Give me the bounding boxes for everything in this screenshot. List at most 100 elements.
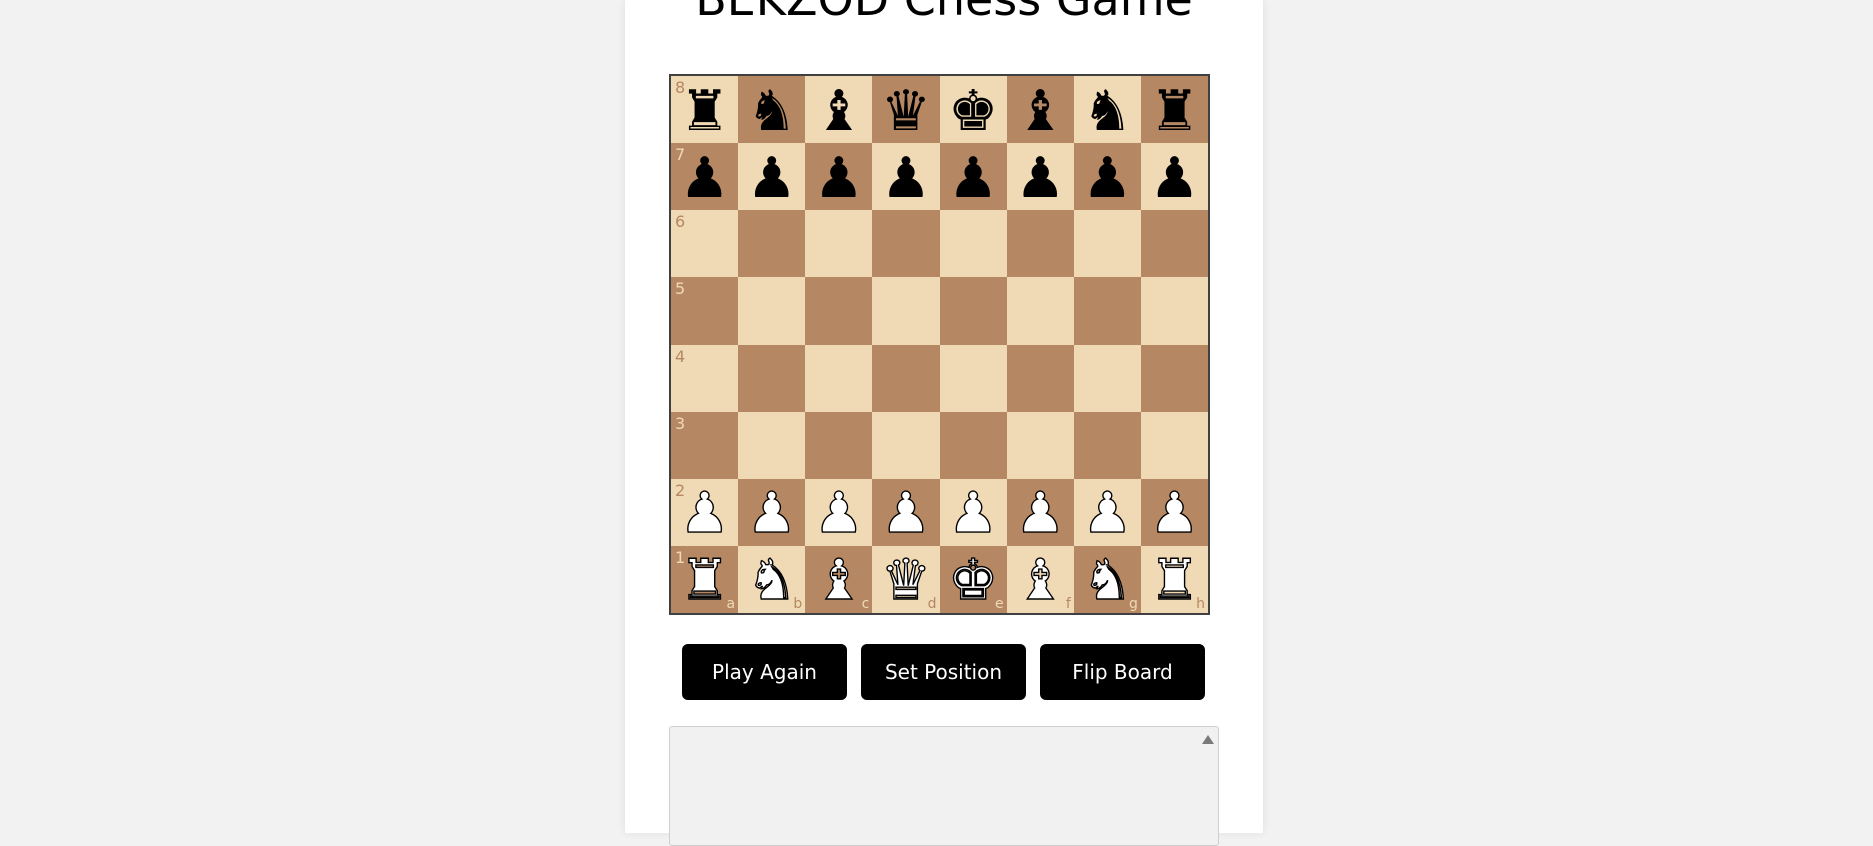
square-d5[interactable] <box>872 277 940 345</box>
square-f2[interactable]: ♟ <box>1006 478 1074 546</box>
square-f5[interactable] <box>1006 277 1074 345</box>
scroll-up-arrow-icon[interactable] <box>1202 735 1214 744</box>
black-pawn-icon[interactable]: ♟ <box>948 150 998 207</box>
square-f7[interactable]: ♟ <box>1006 143 1074 211</box>
square-f1[interactable]: ♝ f <box>1006 545 1074 613</box>
white-bishop-icon[interactable]: ♝ <box>813 552 865 609</box>
square-c5[interactable] <box>805 277 873 345</box>
white-pawn-icon[interactable]: ♟ <box>1014 485 1066 542</box>
chess-board[interactable]: ♜ 8 ♞ ♝ ♛ ♚ ♝ ♞ ♜ ♟ 7 ♟ ♟ ♟ ♟ ♟ ♟ ♟ 6 5 4 3 ♟ 2 ♟ ♟ ♟ ♟ ♟ ♟ ♟ ♜ 1 a ♞ b ♝ c ♛ d… <box>669 74 1210 615</box>
square-e3[interactable] <box>939 411 1007 479</box>
white-queen-icon[interactable]: ♛ <box>880 552 932 609</box>
square-b5[interactable] <box>738 277 806 345</box>
white-bishop-icon[interactable]: ♝ <box>1014 552 1066 609</box>
square-h3[interactable] <box>1140 411 1208 479</box>
square-d3[interactable] <box>872 411 940 479</box>
black-rook-icon[interactable]: ♜ <box>1149 83 1199 140</box>
square-d4[interactable] <box>872 344 940 412</box>
square-e2[interactable]: ♟ <box>939 478 1007 546</box>
square-f3[interactable] <box>1006 411 1074 479</box>
square-b1[interactable]: ♞ b <box>738 545 806 613</box>
square-c7[interactable]: ♟ <box>805 143 873 211</box>
square-h5[interactable] <box>1140 277 1208 345</box>
white-knight-icon[interactable]: ♞ <box>1082 552 1134 609</box>
black-knight-icon[interactable]: ♞ <box>747 83 797 140</box>
white-knight-icon[interactable]: ♞ <box>746 552 798 609</box>
square-c2[interactable]: ♟ <box>805 478 873 546</box>
square-d7[interactable]: ♟ <box>872 143 940 211</box>
square-h4[interactable] <box>1140 344 1208 412</box>
square-c4[interactable] <box>805 344 873 412</box>
square-a2[interactable]: ♟ 2 <box>671 478 739 546</box>
square-g1[interactable]: ♞ g <box>1073 545 1141 613</box>
square-h2[interactable]: ♟ <box>1140 478 1208 546</box>
square-f6[interactable] <box>1006 210 1074 278</box>
square-a4[interactable]: 4 <box>671 344 739 412</box>
black-king-icon[interactable]: ♚ <box>948 83 998 140</box>
square-d1[interactable]: ♛ d <box>872 545 940 613</box>
white-rook-icon[interactable]: ♜ <box>679 552 731 609</box>
square-b6[interactable] <box>738 210 806 278</box>
black-pawn-icon[interactable]: ♟ <box>1082 150 1132 207</box>
black-pawn-icon[interactable]: ♟ <box>814 150 864 207</box>
play-again-button[interactable]: Play Again <box>682 644 847 700</box>
black-pawn-icon[interactable]: ♟ <box>1149 150 1199 207</box>
white-pawn-icon[interactable]: ♟ <box>1082 485 1134 542</box>
set-position-button[interactable]: Set Position <box>861 644 1026 700</box>
move-log[interactable] <box>669 726 1219 846</box>
black-pawn-icon[interactable]: ♟ <box>1015 150 1065 207</box>
square-e4[interactable] <box>939 344 1007 412</box>
black-queen-icon[interactable]: ♛ <box>881 83 931 140</box>
black-knight-icon[interactable]: ♞ <box>1082 83 1132 140</box>
square-g6[interactable] <box>1073 210 1141 278</box>
white-pawn-icon[interactable]: ♟ <box>679 485 731 542</box>
white-king-icon[interactable]: ♚ <box>947 552 999 609</box>
square-d8[interactable]: ♛ <box>872 76 940 144</box>
square-e1[interactable]: ♚ e <box>939 545 1007 613</box>
square-g3[interactable] <box>1073 411 1141 479</box>
square-e8[interactable]: ♚ <box>939 76 1007 144</box>
black-bishop-icon[interactable]: ♝ <box>814 83 864 140</box>
square-h8[interactable]: ♜ <box>1140 76 1208 144</box>
square-f4[interactable] <box>1006 344 1074 412</box>
square-b3[interactable] <box>738 411 806 479</box>
square-d2[interactable]: ♟ <box>872 478 940 546</box>
square-a6[interactable]: 6 <box>671 210 739 278</box>
square-g7[interactable]: ♟ <box>1073 143 1141 211</box>
white-pawn-icon[interactable]: ♟ <box>1149 485 1201 542</box>
flip-board-button[interactable]: Flip Board <box>1040 644 1205 700</box>
square-g2[interactable]: ♟ <box>1073 478 1141 546</box>
square-c8[interactable]: ♝ <box>805 76 873 144</box>
square-b4[interactable] <box>738 344 806 412</box>
white-pawn-icon[interactable]: ♟ <box>947 485 999 542</box>
white-rook-icon[interactable]: ♜ <box>1149 552 1201 609</box>
square-a7[interactable]: ♟ 7 <box>671 143 739 211</box>
square-g8[interactable]: ♞ <box>1073 76 1141 144</box>
square-e7[interactable]: ♟ <box>939 143 1007 211</box>
square-c1[interactable]: ♝ c <box>805 545 873 613</box>
black-pawn-icon[interactable]: ♟ <box>679 150 729 207</box>
black-pawn-icon[interactable]: ♟ <box>881 150 931 207</box>
square-c3[interactable] <box>805 411 873 479</box>
black-pawn-icon[interactable]: ♟ <box>747 150 797 207</box>
square-e5[interactable] <box>939 277 1007 345</box>
square-h1[interactable]: ♜ h <box>1140 545 1208 613</box>
white-pawn-icon[interactable]: ♟ <box>746 485 798 542</box>
square-b7[interactable]: ♟ <box>738 143 806 211</box>
white-pawn-icon[interactable]: ♟ <box>880 485 932 542</box>
square-b8[interactable]: ♞ <box>738 76 806 144</box>
square-h6[interactable] <box>1140 210 1208 278</box>
square-f8[interactable]: ♝ <box>1006 76 1074 144</box>
square-e6[interactable] <box>939 210 1007 278</box>
square-d6[interactable] <box>872 210 940 278</box>
square-c6[interactable] <box>805 210 873 278</box>
square-g5[interactable] <box>1073 277 1141 345</box>
black-rook-icon[interactable]: ♜ <box>679 83 729 140</box>
square-a1[interactable]: ♜ 1 a <box>671 545 739 613</box>
black-bishop-icon[interactable]: ♝ <box>1015 83 1065 140</box>
square-a8[interactable]: ♜ 8 <box>671 76 739 144</box>
square-a3[interactable]: 3 <box>671 411 739 479</box>
white-pawn-icon[interactable]: ♟ <box>813 485 865 542</box>
square-b2[interactable]: ♟ <box>738 478 806 546</box>
square-g4[interactable] <box>1073 344 1141 412</box>
